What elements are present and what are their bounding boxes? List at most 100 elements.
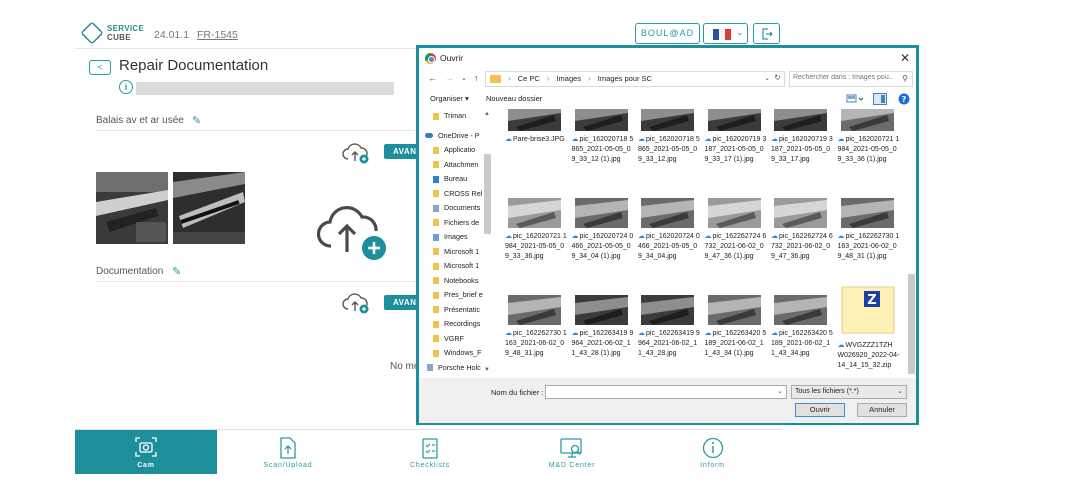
app-version: 24.01.1: [154, 29, 190, 41]
chevron-down-icon[interactable]: ⌄: [777, 387, 783, 395]
file-item[interactable]: ☁pic_162020721 1984_2021-05-05_09_33_36.…: [503, 198, 567, 294]
ticket-link[interactable]: FR-1545: [197, 29, 238, 41]
service-cube-logo[interactable]: SERVICE CUBE: [80, 21, 144, 46]
file-item[interactable]: ☁pic_162020718 5865_2021-05-05_09_33_12 …: [570, 109, 633, 197]
file-item[interactable]: ☁pic_162263420 5189_2021-06-02_11_43_34 …: [703, 295, 766, 377]
file-item[interactable]: Z ☁WVGZZZ1TZH W026920_2022-04-14_14_15_32…: [836, 286, 899, 377]
help-icon[interactable]: ?: [898, 93, 910, 105]
desktop-icon: [433, 175, 439, 183]
back-button[interactable]: <: [89, 60, 111, 75]
recent-chevron-icon[interactable]: ⌄: [461, 74, 467, 82]
logout-button[interactable]: [753, 23, 780, 44]
file-item[interactable]: ☁pic_162263419 9964_2021-06-02_11_43_28 …: [570, 295, 634, 377]
file-item[interactable]: ☁pic_162020724 0466_2021-05-05_09_34_04.…: [636, 198, 700, 294]
cloud-sync-icon: ☁: [638, 330, 645, 337]
section-divider: [96, 281, 426, 282]
scroll-thumb[interactable]: [484, 154, 491, 234]
view-options-icon[interactable]: [846, 93, 864, 105]
cloud-sync-icon: ☁: [704, 330, 712, 337]
user-button[interactable]: BOUL@AD: [635, 23, 700, 44]
file-name: ☁pic_162020719 3187_2021-05-05_09_33_17 …: [705, 135, 767, 165]
image-thumbnail: [508, 198, 561, 228]
breadcrumb-ce-pc[interactable]: Ce PC: [518, 74, 540, 83]
file-item[interactable]: ☁pic_162263419 9964_2021-06-02_11_43_28.…: [636, 295, 700, 377]
file-name-text: pic_162263420 5189_2021-06-02_11_43_34.j…: [771, 330, 833, 357]
chevron-down-icon[interactable]: ⌄: [764, 74, 770, 82]
section-divider: [96, 130, 426, 131]
file-item[interactable]: ☁pic_162262730 1163_2021-06-02_09_48_31 …: [836, 198, 899, 294]
forward-arrow-icon[interactable]: →: [445, 73, 454, 83]
address-row: ← → ⌄ ↑ › Ce PC › Images › Images pour S…: [419, 70, 916, 88]
cloud-upload-icon[interactable]: [342, 142, 370, 164]
cloud-sync-icon: ☁: [571, 330, 579, 337]
image-thumbnail: [641, 295, 694, 325]
dialog-footer: Nom du fichier : ⌄ Tous les fichiers (*.…: [419, 378, 916, 423]
folder-icon: [433, 190, 439, 198]
search-box[interactable]: ⚲: [789, 71, 913, 87]
nav-md-center[interactable]: M&D Center: [501, 430, 643, 474]
cloud-upload-icon[interactable]: [342, 292, 370, 314]
dialog-titlebar[interactable]: Ouvrir ✕: [419, 48, 916, 70]
filename-input[interactable]: ⌄: [545, 385, 787, 399]
file-item[interactable]: ☁pic_162262730 1163_2021-06-02_09_48_31.…: [503, 295, 567, 377]
refresh-icon[interactable]: ↻: [774, 73, 781, 82]
address-bar[interactable]: › Ce PC › Images › Images pour SC ⌄ ↻: [485, 71, 785, 87]
nav-checklists[interactable]: Checklists: [359, 430, 501, 474]
file-name: ☁pic_162263419 9964_2021-06-02_11_43_28 …: [572, 329, 634, 359]
back-arrow-icon[interactable]: ←: [428, 73, 437, 83]
folder-icon: [433, 277, 439, 285]
nav-cam[interactable]: Cam: [75, 430, 217, 474]
breadcrumb-images[interactable]: Images: [556, 74, 581, 83]
file-item[interactable]: ☁pic_162263420 5189_2021-06-02_11_43_34.…: [769, 295, 833, 377]
info-icon: [702, 437, 723, 459]
organize-menu[interactable]: Organiser ▾: [430, 94, 469, 103]
pencil-icon[interactable]: ✎: [192, 114, 201, 127]
close-icon[interactable]: ✕: [900, 51, 910, 65]
file-item[interactable]: ☁pic_162262724 6732_2021-06-02_09_47_36.…: [769, 198, 833, 294]
scroll-thumb[interactable]: [908, 274, 915, 374]
scroll-up-icon[interactable]: ▲: [484, 111, 490, 117]
search-input[interactable]: [793, 74, 893, 81]
breadcrumb-images-pour-sc[interactable]: Images pour SC: [598, 74, 652, 83]
nav-inform[interactable]: Inform: [643, 430, 782, 474]
file-item[interactable]: ☁pic_162020719 3187_2021-05-05_09_33_17 …: [703, 109, 767, 197]
nav-item-label: OneDrive - P: [438, 130, 480, 140]
nav-item-label: Applicatio: [444, 145, 476, 154]
info-icon[interactable]: i: [119, 80, 133, 94]
open-button[interactable]: Ouvrir: [795, 403, 845, 417]
nav-item-label: CROSS Rel: [444, 188, 483, 198]
file-open-dialog: Ouvrir ✕ ← → ⌄ ↑ › Ce PC › Images › Imag…: [416, 45, 919, 425]
file-item[interactable]: ☁pic_162020719 3187_2021-05-05_09_33_17.…: [769, 109, 833, 197]
new-folder-button[interactable]: Nouveau dossier: [486, 94, 542, 103]
fr-flag-icon: [713, 29, 731, 40]
cloud-sync-icon: ☁: [837, 136, 845, 143]
cloud-upload-icon[interactable]: [315, 200, 391, 262]
pencil-icon[interactable]: ✎: [172, 265, 181, 278]
photo-thumbnail[interactable]: [96, 172, 168, 244]
file-item[interactable]: ☁pic_162020718 5865_2021-05-05_09_33_12.…: [636, 109, 700, 197]
image-thumbnail: [574, 198, 628, 228]
file-name-text: pic_162262724 6732_2021-06-02_09_47_36.j…: [771, 233, 833, 260]
search-icon: ⚲: [902, 74, 908, 83]
files-scrollbar[interactable]: [907, 109, 916, 377]
file-type-select[interactable]: Tous les fichiers (*.*) ⌄: [791, 385, 907, 399]
cancel-button[interactable]: Annuler: [857, 403, 907, 417]
scroll-down-icon[interactable]: ▼: [484, 367, 490, 373]
preview-pane-icon[interactable]: [873, 93, 887, 105]
logo-line2: CUBE: [107, 33, 131, 42]
file-item[interactable]: ☁pic_162020724 0466_2021-05-05_09_34_04 …: [570, 198, 633, 294]
nav-scan-upload[interactable]: Scan/Upload: [217, 430, 359, 474]
image-thumbnail: [774, 295, 827, 325]
up-arrow-icon[interactable]: ↑: [474, 73, 479, 83]
nav-label: Inform: [700, 462, 725, 469]
nav-scrollbar[interactable]: ▲ ▼: [483, 109, 492, 377]
photo-thumbnail[interactable]: [173, 172, 245, 244]
file-name: ☁pic_162020721 1984_2021-05-05_09_33_36 …: [838, 135, 900, 165]
file-name-text: pic_162020721 1984_2021-05-05_09_33_36 (…: [837, 136, 900, 163]
cloud-sync-icon: ☁: [571, 233, 579, 240]
file-item[interactable]: ☁pic_162262724 6732_2021-06-02_09_47_36 …: [703, 198, 766, 294]
file-item[interactable]: ☁Pare-brise3.JPG: [503, 109, 565, 197]
file-item[interactable]: ☁pic_162020721 1984_2021-05-05_09_33_36 …: [836, 109, 900, 197]
language-select[interactable]: ⌄: [703, 23, 748, 44]
cloud-sync-icon: ☁: [505, 233, 512, 240]
